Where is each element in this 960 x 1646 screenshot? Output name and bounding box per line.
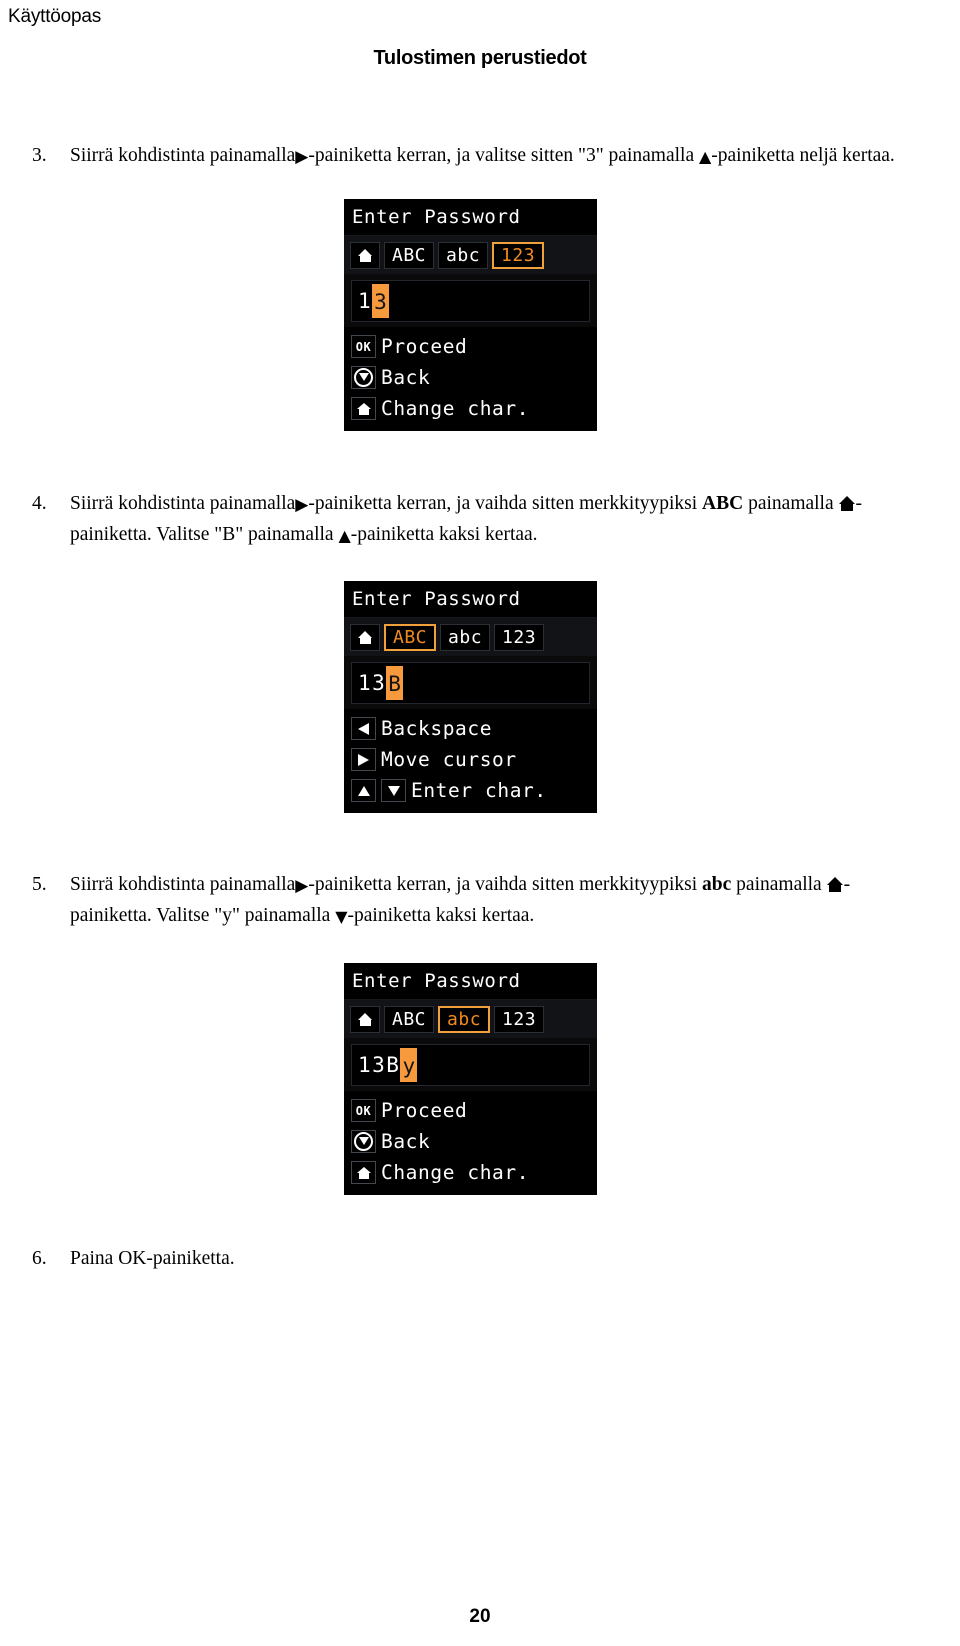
step-4: 4. Siirrä kohdistinta painamalla▶-painik… (32, 488, 927, 550)
step-5-bold-abc: abc (702, 874, 732, 895)
step-5-number: 5. (32, 874, 47, 895)
lcd-2-action-enter-char[interactable]: Enter char. (351, 775, 597, 806)
lcd-2-mode-abc[interactable]: ABC (384, 623, 437, 651)
home-key-icon (826, 877, 844, 892)
lcd-3-input-text: 13B (358, 1053, 401, 1077)
page-title: Tulostimen perustiedot (373, 47, 587, 69)
ok-key-icon: OK (351, 335, 376, 358)
lcd-2-action-move-cursor[interactable]: Move cursor (351, 744, 597, 775)
home-key-icon (838, 496, 856, 511)
lcd-3-action-change-char[interactable]: Change char. (351, 1157, 597, 1188)
lcd-3-action-proceed-label: Proceed (381, 1099, 468, 1122)
back-key-icon (351, 1130, 376, 1153)
lcd-1-action-back[interactable]: Back (351, 362, 597, 393)
lcd-1-action-proceed-label: Proceed (381, 335, 468, 358)
step-6-number: 6. (32, 1248, 47, 1269)
lcd-1-password-input[interactable]: 13 (351, 280, 590, 322)
page-number: 20 (469, 1606, 491, 1627)
lcd-3-mode-abc[interactable]: ABC (384, 1005, 435, 1033)
lcd-1-mode-abc[interactable]: ABC (384, 241, 435, 269)
step-4-text-part-1: Siirrä kohdistinta painamalla (70, 493, 296, 514)
lcd-3-mode-abc-lower[interactable]: abc (438, 1005, 491, 1033)
step-3-number: 3. (32, 145, 47, 166)
lcd-screen-1: Enter Password ABC abc 123 13 OK Proceed… (344, 199, 597, 431)
lcd-3-input-cursor: y (400, 1048, 418, 1082)
step-6: 6. Paina OK-painiketta. (32, 1243, 927, 1274)
home-key-icon (351, 397, 376, 420)
up-arrow-key-icon: ▲ (338, 526, 351, 545)
lcd-1-action-change-char-label: Change char. (381, 397, 530, 420)
lcd-1-input-text: 1 (358, 289, 373, 313)
lcd-2-input-cursor: B (386, 666, 403, 700)
step-3-text-part-3: -painiketta neljä kertaa. (711, 145, 895, 166)
lcd-2-input-text: 13 (358, 671, 387, 695)
lcd-2-mode-bar: ABC abc 123 (344, 618, 597, 656)
lcd-1-mode-abc-lower[interactable]: abc (438, 241, 489, 269)
step-3: 3. Siirrä kohdistinta painamalla▶-painik… (32, 140, 927, 171)
lcd-1-action-change-char[interactable]: Change char. (351, 393, 597, 424)
step-4-text: Siirrä kohdistinta painamalla▶-painikett… (70, 488, 927, 550)
lcd-1-title: Enter Password (344, 199, 597, 236)
step-4-text-part-2: -painiketta kerran, ja vaihda sitten mer… (308, 493, 698, 514)
lcd-1-action-proceed[interactable]: OK Proceed (351, 331, 597, 362)
left-arrow-key-icon (351, 717, 376, 740)
lcd-3-action-proceed[interactable]: OK Proceed (351, 1095, 597, 1126)
lcd-2-title: Enter Password (344, 581, 597, 618)
step-3-text: Siirrä kohdistinta painamalla▶-painikett… (70, 140, 927, 171)
lcd-screen-3: Enter Password ABC abc 123 13B y OK Proce… (344, 963, 597, 1195)
right-arrow-key-icon (351, 748, 376, 771)
right-arrow-key-icon: ▶ (295, 876, 309, 896)
step-3-text-part-2: -painiketta kerran, ja valitse sitten "3… (308, 145, 695, 166)
lcd-3-action-back-label: Back (381, 1130, 431, 1153)
lcd-screen-2: Enter Password ABC abc 123 13 B Backspace… (344, 581, 597, 813)
lcd-2-action-enter-char-label: Enter char. (411, 779, 547, 802)
lcd-2-action-backspace[interactable]: Backspace (351, 713, 597, 744)
step-5-text: Siirrä kohdistinta painamalla▶-painikett… (70, 869, 927, 931)
step-4-number: 4. (32, 493, 47, 514)
lcd-1-action-back-label: Back (381, 366, 431, 389)
up-arrow-key-icon: ▲ (698, 147, 712, 166)
lcd-3-mode-123[interactable]: 123 (494, 1005, 545, 1033)
lcd-2-mode-abc-lower[interactable]: abc (440, 623, 491, 651)
step-3-text-part-1: Siirrä kohdistinta painamalla (70, 145, 296, 166)
lcd-2-mode-123[interactable]: 123 (494, 623, 545, 651)
up-arrow-key-icon (351, 779, 376, 802)
right-arrow-key-icon: ▶ (295, 147, 309, 167)
home-key-icon (351, 1161, 376, 1184)
running-head: Käyttöopas (8, 6, 102, 27)
lcd-3-password-input[interactable]: 13B y (351, 1044, 590, 1086)
lcd-3-title: Enter Password (344, 963, 597, 1000)
lcd-1-actions: OK Proceed Back Change char. (344, 327, 597, 431)
lcd-1-mode-123[interactable]: 123 (492, 241, 545, 269)
lcd-2-password-input[interactable]: 13 B (351, 662, 590, 704)
home-icon[interactable] (350, 241, 380, 269)
lcd-3-actions: OK Proceed Back Change char. (344, 1091, 597, 1195)
step-5-text-part-1: Siirrä kohdistinta painamalla (70, 874, 296, 895)
right-arrow-key-icon: ▶ (295, 495, 309, 515)
lcd-2-action-backspace-label: Backspace (381, 717, 493, 740)
home-icon[interactable] (350, 1005, 380, 1033)
step-4-bold-abc: ABC (702, 493, 744, 514)
step-6-text: Paina OK-painiketta. (70, 1248, 235, 1269)
step-4-text-part-5: -painiketta kaksi kertaa. (350, 524, 538, 545)
step-5-text-part-3: painamalla (736, 874, 822, 895)
step-4-text-part-3: painamalla (748, 493, 834, 514)
step-5-text-part-2: -painiketta kerran, ja vaihda sitten mer… (308, 874, 698, 895)
lcd-1-input-cursor: 3 (372, 284, 389, 318)
lcd-1-mode-bar: ABC abc 123 (344, 236, 597, 274)
lcd-2-action-move-cursor-label: Move cursor (381, 748, 517, 771)
lcd-3-mode-bar: ABC abc 123 (344, 1000, 597, 1038)
step-5-text-part-5: -painiketta kaksi kertaa. (347, 905, 535, 926)
lcd-3-action-change-char-label: Change char. (381, 1161, 530, 1184)
home-icon[interactable] (350, 623, 380, 651)
down-arrow-key-icon (381, 779, 406, 802)
lcd-3-action-back[interactable]: Back (351, 1126, 597, 1157)
back-key-icon (351, 366, 376, 389)
down-arrow-key-icon: ▼ (335, 907, 348, 926)
step-5: 5. Siirrä kohdistinta painamalla▶-painik… (32, 869, 927, 931)
ok-key-icon: OK (351, 1099, 376, 1122)
lcd-2-actions: Backspace Move cursor Enter char. (344, 709, 597, 813)
